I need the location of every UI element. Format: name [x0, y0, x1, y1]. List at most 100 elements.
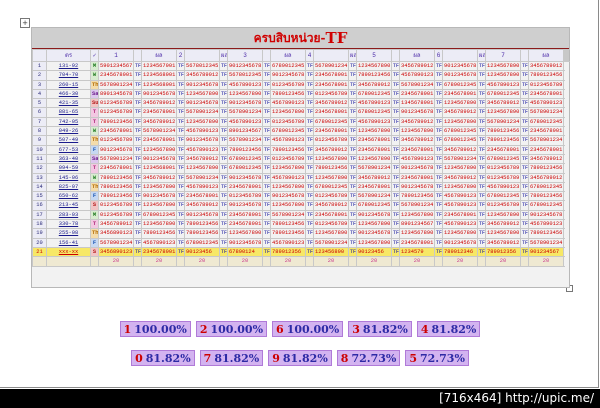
row-number[interactable]: 15 — [32, 191, 47, 202]
row-number[interactable]: 2 — [32, 70, 47, 81]
row-number[interactable]: 16 — [32, 200, 47, 211]
day-code[interactable]: S — [90, 246, 99, 258]
number-cell[interactable]: 1234567890 — [356, 126, 392, 137]
count-spacer[interactable] — [176, 256, 185, 267]
table-move-handle-icon[interactable]: + — [20, 18, 30, 28]
number-cell[interactable]: 0123456789 — [485, 172, 521, 183]
number-cell[interactable]: 1234567890 — [141, 144, 177, 155]
number-cell[interactable]: 6789012345 — [442, 79, 478, 90]
number-cell[interactable]: 0123456789 — [98, 209, 134, 221]
day-code[interactable]: T — [90, 219, 99, 230]
header-col[interactable]: ผล — [219, 49, 228, 62]
day-code[interactable]: M — [90, 60, 99, 72]
number-cell[interactable]: 5678901234 — [227, 107, 263, 118]
number-cell[interactable]: 0123456789 — [313, 191, 349, 202]
row-pair[interactable]: 704-70 — [46, 70, 91, 81]
number-cell[interactable]: 7890123456 — [528, 228, 564, 239]
number-cell[interactable]: 3456789012 — [98, 219, 134, 230]
number-cell[interactable]: 9012345678 — [184, 79, 220, 90]
number-cell[interactable]: 3456890123 — [98, 228, 134, 239]
count-cell[interactable]: 20 — [442, 256, 478, 267]
number-cell[interactable]: 3456789012 — [442, 172, 478, 183]
number-cell[interactable]: 1234567890 — [485, 209, 521, 221]
number-cell[interactable]: 1234567890 — [313, 172, 349, 183]
row-pair[interactable]: 145-06 — [46, 172, 91, 183]
number-cell[interactable]: 5678901234 — [356, 163, 392, 174]
number-cell[interactable]: 4567890123 — [356, 116, 392, 128]
number-cell[interactable]: 5678901234 — [399, 200, 435, 211]
number-cell[interactable]: 9012345678 — [227, 200, 263, 211]
number-cell[interactable]: 3456789012 — [141, 116, 177, 128]
number-cell[interactable]: 9012345678 — [184, 98, 220, 109]
count-spacer[interactable] — [477, 256, 486, 267]
day-code[interactable]: Su — [90, 98, 99, 109]
header-col[interactable]: 1 — [98, 49, 134, 62]
number-cell[interactable]: 0123456789 — [313, 219, 349, 230]
number-cell[interactable]: 7890123456 — [485, 126, 521, 137]
number-cell[interactable]: 1234567890 — [399, 126, 435, 137]
number-cell[interactable]: 3456789012 — [313, 200, 349, 211]
day-code[interactable]: Th — [90, 79, 99, 90]
number-cell[interactable]: 5678901234 — [356, 191, 392, 202]
number-cell[interactable]: 5678012345 — [184, 60, 220, 72]
number-cell[interactable]: 4567890123 — [184, 144, 220, 155]
number-cell[interactable]: 9012345678 — [98, 144, 134, 155]
count-spacer[interactable] — [262, 256, 271, 267]
number-cell[interactable]: 6789012345 — [442, 135, 478, 146]
header-col[interactable]: 6 — [434, 49, 443, 62]
row-number[interactable]: 5 — [32, 98, 47, 109]
day-code[interactable]: Th — [90, 135, 99, 146]
number-cell[interactable]: 1234567890 — [485, 107, 521, 118]
number-cell[interactable]: 2345678901 — [528, 88, 564, 100]
number-cell[interactable]: 4567890123 — [442, 200, 478, 211]
day-code[interactable]: S — [90, 200, 99, 211]
number-cell[interactable]: 9012345678 — [442, 60, 478, 72]
day-code[interactable]: M — [90, 209, 99, 221]
row-pair[interactable]: 156-41 — [46, 237, 91, 248]
number-cell[interactable]: 1234567890 — [356, 219, 392, 230]
number-cell[interactable]: 7890123456 — [270, 88, 306, 100]
number-cell[interactable]: 7890123456 — [98, 191, 134, 202]
number-cell[interactable]: 7890123456 — [528, 163, 564, 174]
number-cell[interactable]: 5678901234 — [227, 135, 263, 146]
number-cell[interactable]: 9012345678 — [270, 191, 306, 202]
number-cell[interactable]: 4567890123 — [399, 153, 435, 165]
number-cell[interactable]: 2345678901 — [399, 88, 435, 100]
number-cell[interactable]: 2345678901 — [141, 107, 177, 118]
number-cell[interactable]: 6789012345 — [313, 181, 349, 193]
number-cell[interactable]: 1234567890 — [399, 209, 435, 221]
number-cell[interactable]: 1234567890 — [184, 163, 220, 174]
number-cell[interactable]: 3456789012 — [313, 144, 349, 155]
number-cell[interactable]: 0123456789 — [270, 153, 306, 165]
row-number[interactable]: 4 — [32, 88, 47, 100]
number-cell[interactable]: 3456789012 — [184, 153, 220, 165]
number-cell[interactable]: 3456789012 — [528, 153, 564, 165]
number-cell[interactable]: 1234568901 — [141, 163, 177, 174]
number-cell[interactable]: 5678901234 — [141, 126, 177, 137]
number-cell[interactable]: 1234567890 — [270, 200, 306, 211]
row-number[interactable]: 7 — [32, 116, 47, 128]
count-cell[interactable]: 20 — [528, 256, 564, 267]
count-cell[interactable]: 20 — [485, 256, 521, 267]
number-cell[interactable]: 4567890123 — [399, 70, 435, 81]
number-cell[interactable]: 6789012345 — [270, 60, 306, 72]
number-cell[interactable]: 7890123456 — [399, 191, 435, 202]
number-cell[interactable]: 789012356 — [485, 246, 521, 258]
number-cell[interactable]: 1234567890 — [356, 60, 392, 72]
header-tf-spacer[interactable] — [442, 49, 478, 62]
number-cell[interactable]: 4567890123 — [184, 181, 220, 193]
header-col[interactable]: ผล — [399, 49, 435, 62]
number-cell[interactable]: 7890123456 — [184, 219, 220, 230]
number-cell[interactable]: 9012345678 — [442, 70, 478, 81]
header-tf-spacer[interactable] — [133, 49, 142, 62]
number-cell[interactable]: 1234568901 — [141, 70, 177, 81]
number-cell[interactable]: 4567890123 — [528, 98, 564, 109]
row-number[interactable]: 13 — [32, 172, 47, 183]
number-cell[interactable]: 4567890123 — [270, 135, 306, 146]
count-spacer[interactable] — [520, 256, 529, 267]
number-cell[interactable]: 2345678901 — [313, 126, 349, 137]
row-number[interactable]: 3 — [32, 79, 47, 90]
day-code[interactable]: Th — [90, 228, 99, 239]
number-cell[interactable]: 1234567890 — [442, 116, 478, 128]
number-cell[interactable]: 5678901234 — [184, 107, 220, 118]
